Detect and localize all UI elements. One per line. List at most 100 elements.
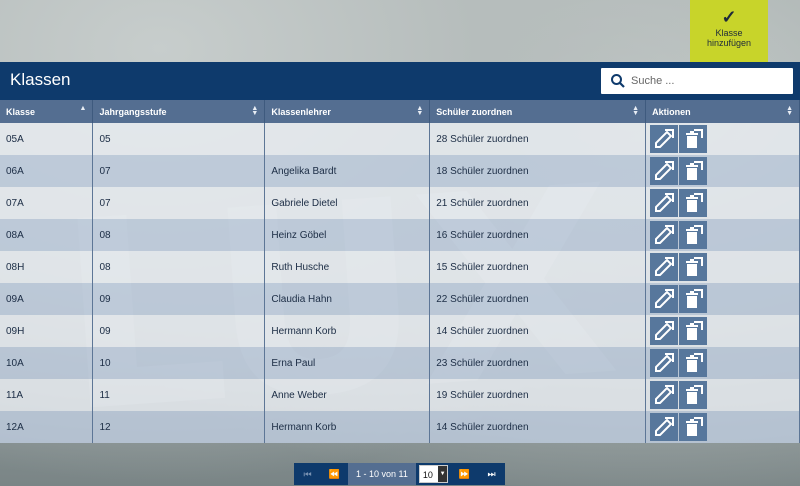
page-size-select[interactable]: 10 ▼ — [418, 465, 449, 483]
cell-schueler-zuordnen[interactable]: 15 Schüler zuordnen — [429, 251, 647, 283]
cell-klassenlehrer — [264, 123, 431, 155]
cell-klassenlehrer: Ruth Husche — [264, 251, 431, 283]
cell-schueler-zuordnen[interactable]: 16 Schüler zuordnen — [429, 219, 647, 251]
sort-asc-icon: ▲ — [79, 105, 87, 112]
edit-icon[interactable] — [650, 381, 679, 409]
cell-jahrgangsstufe: 11 — [92, 379, 266, 411]
cell-jahrgangsstufe: 08 — [92, 251, 266, 283]
table-row: 09A 09 Claudia Hahn 22 Schüler zuordnen — [0, 283, 800, 315]
cell-klassenlehrer: Heinz Göbel — [264, 219, 431, 251]
page-size-value: 10 — [422, 470, 433, 480]
first-page-icon[interactable]: ⏮ — [294, 463, 321, 485]
cell-aktionen — [645, 283, 800, 315]
next-page-icon[interactable]: ⏩ — [451, 463, 478, 485]
cell-jahrgangsstufe: 08 — [92, 219, 266, 251]
table-row: 08A 08 Heinz Göbel 16 Schüler zuordnen — [0, 219, 800, 251]
cell-schueler-zuordnen[interactable]: 28 Schüler zuordnen — [429, 123, 647, 155]
table-row: 12A 12 Hermann Korb 14 Schüler zuordnen — [0, 411, 800, 443]
cell-klassenlehrer: Anne Weber — [264, 379, 431, 411]
cell-schueler-zuordnen[interactable]: 14 Schüler zuordnen — [429, 411, 647, 443]
table-row: 10A 10 Erna Paul 23 Schüler zuordnen — [0, 347, 800, 379]
cell-aktionen — [645, 251, 800, 283]
delete-icon[interactable] — [679, 157, 708, 185]
cell-schueler-zuordnen[interactable]: 19 Schüler zuordnen — [429, 379, 647, 411]
add-class-button[interactable]: ✓ Klasse hinzufügen — [690, 0, 768, 62]
add-class-label-line1: Klasse — [715, 28, 743, 38]
add-class-label-line2: hinzufügen — [706, 38, 752, 48]
table-row: 05A 05 28 Schüler zuordnen — [0, 123, 800, 155]
cell-klassenlehrer: Angelika Bardt — [264, 155, 431, 187]
cell-klasse: 12A — [0, 411, 94, 443]
cell-jahrgangsstufe: 10 — [92, 347, 266, 379]
table-row: 06A 07 Angelika Bardt 18 Schüler zuordnen — [0, 155, 800, 187]
cell-schueler-zuordnen[interactable]: 23 Schüler zuordnen — [429, 347, 647, 379]
edit-icon[interactable] — [650, 413, 679, 441]
sort-icon: ▲ ▼ — [632, 105, 640, 117]
table-row: 09H 09 Hermann Korb 14 Schüler zuordnen — [0, 315, 800, 347]
prev-page-icon[interactable]: ⏪ — [321, 463, 348, 485]
cell-aktionen — [645, 155, 800, 187]
cell-klassenlehrer: Gabriele Dietel — [264, 187, 431, 219]
last-page-icon[interactable]: ⏭ — [478, 463, 505, 485]
cell-schueler-zuordnen[interactable]: 14 Schüler zuordnen — [429, 315, 647, 347]
cell-jahrgangsstufe: 07 — [92, 187, 266, 219]
delete-icon[interactable] — [679, 413, 708, 441]
edit-icon[interactable] — [650, 221, 679, 249]
cell-klassenlehrer: Erna Paul — [264, 347, 431, 379]
table-header-row: Klasse ▲ Jahrgangsstufe ▲ ▼ Klassenlehrer ▲ ▼… — [0, 100, 800, 123]
cell-aktionen — [645, 187, 800, 219]
delete-icon[interactable] — [679, 221, 708, 249]
column-label: Klassenlehrer — [271, 106, 331, 117]
cell-klasse: 08A — [0, 219, 94, 251]
cell-klasse: 09H — [0, 315, 94, 347]
pagination-info: 1 - 10 von 11 — [347, 463, 416, 485]
search-box — [601, 68, 793, 94]
cell-jahrgangsstufe: 07 — [92, 155, 266, 187]
cell-aktionen — [645, 379, 800, 411]
edit-icon[interactable] — [650, 157, 679, 185]
delete-icon[interactable] — [679, 317, 708, 345]
column-header-klassenlehrer[interactable]: Klassenlehrer ▲ ▼ — [264, 100, 431, 123]
cell-aktionen — [645, 123, 800, 155]
search-input[interactable] — [631, 71, 786, 91]
cell-aktionen — [645, 411, 800, 443]
column-label: Jahrgangsstufe — [99, 106, 167, 117]
edit-icon[interactable] — [650, 285, 679, 313]
edit-icon[interactable] — [650, 125, 679, 153]
delete-icon[interactable] — [679, 253, 708, 281]
delete-icon[interactable] — [679, 285, 708, 313]
edit-icon[interactable] — [650, 349, 679, 377]
cell-jahrgangsstufe: 05 — [92, 123, 266, 155]
cell-klassenlehrer: Hermann Korb — [264, 411, 431, 443]
cell-klasse: 10A — [0, 347, 94, 379]
edit-icon[interactable] — [650, 317, 679, 345]
cell-klasse: 09A — [0, 283, 94, 315]
page-title: Klassen — [10, 70, 71, 89]
delete-icon[interactable] — [679, 125, 708, 153]
delete-icon[interactable] — [679, 189, 708, 217]
delete-icon[interactable] — [679, 381, 708, 409]
delete-icon[interactable] — [679, 349, 708, 377]
pagination: ⏮ ⏪ 1 - 10 von 11 10 ▼ ⏩ ⏭ — [294, 463, 505, 485]
table-row: 08H 08 Ruth Husche 15 Schüler zuordnen — [0, 251, 800, 283]
cell-klasse: 06A — [0, 155, 94, 187]
column-header-klasse[interactable]: Klasse ▲ — [0, 100, 94, 123]
edit-icon[interactable] — [650, 189, 679, 217]
cell-schueler-zuordnen[interactable]: 18 Schüler zuordnen — [429, 155, 647, 187]
cell-klassenlehrer: Claudia Hahn — [264, 283, 431, 315]
cell-aktionen — [645, 347, 800, 379]
column-header-jahrgangsstufe[interactable]: Jahrgangsstufe ▲ ▼ — [92, 100, 266, 123]
column-header-aktionen[interactable]: Aktionen ▲ ▼ — [645, 100, 800, 123]
cell-schueler-zuordnen[interactable]: 22 Schüler zuordnen — [429, 283, 647, 315]
cell-klasse: 11A — [0, 379, 94, 411]
edit-icon[interactable] — [650, 253, 679, 281]
column-header-schueler-zuordnen[interactable]: Schüler zuordnen ▲ ▼ — [429, 100, 647, 123]
sort-icon: ▲ ▼ — [416, 105, 424, 117]
checkmark-icon: ✓ — [721, 7, 737, 27]
sort-icon: ▲ ▼ — [251, 105, 259, 117]
cell-jahrgangsstufe: 09 — [92, 283, 266, 315]
cell-schueler-zuordnen[interactable]: 21 Schüler zuordnen — [429, 187, 647, 219]
column-label: Klasse — [6, 106, 36, 117]
table-row: 11A 11 Anne Weber 19 Schüler zuordnen — [0, 379, 800, 411]
table-row: 07A 07 Gabriele Dietel 21 Schüler zuordnen — [0, 187, 800, 219]
